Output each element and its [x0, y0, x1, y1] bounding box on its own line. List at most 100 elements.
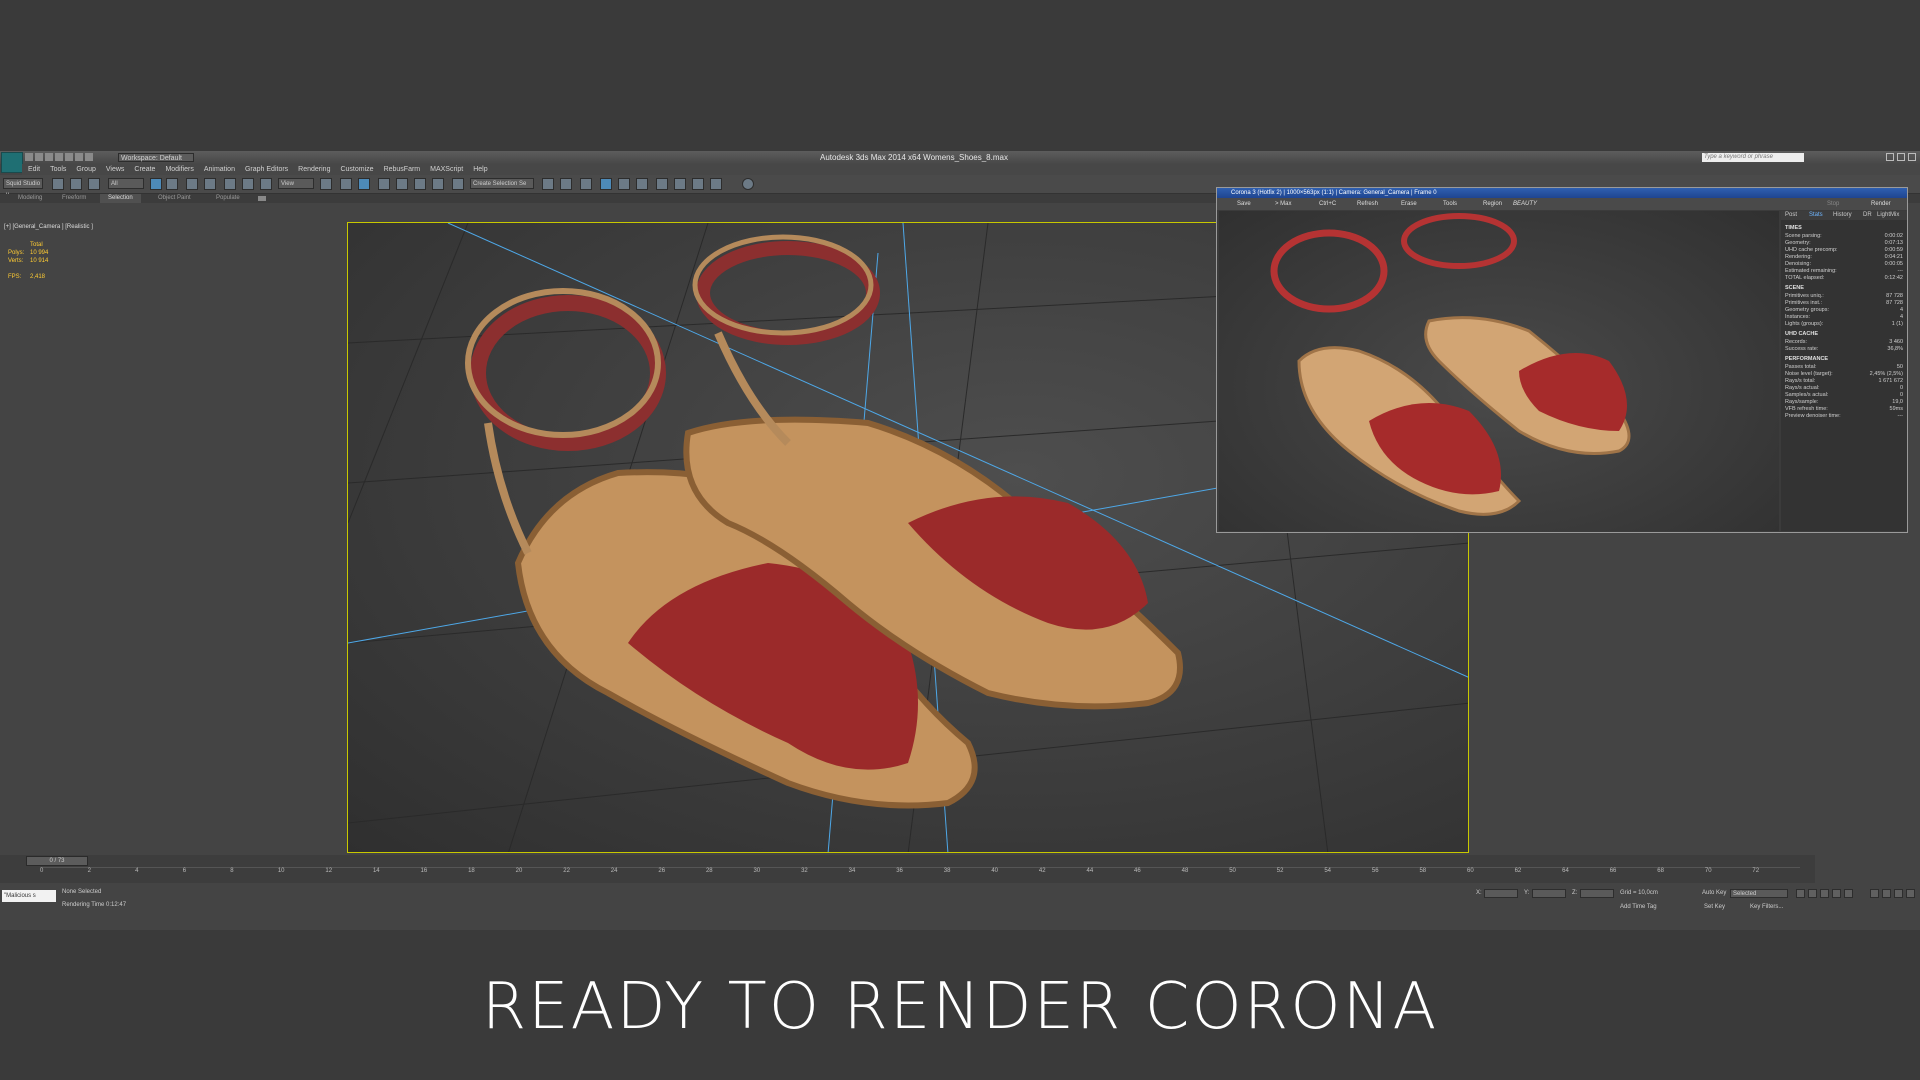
set-key-button[interactable]: Set Key: [1704, 904, 1725, 910]
maximize-icon[interactable]: [1897, 153, 1905, 161]
ribbon-toggle-icon[interactable]: [258, 196, 266, 201]
vfb-tools-button[interactable]: Tools: [1443, 198, 1457, 210]
vfb-save-button[interactable]: Save: [1237, 198, 1251, 210]
vfb-pass-dropdown[interactable]: BEAUTY: [1513, 198, 1537, 210]
vfb-tab-stats[interactable]: Stats: [1809, 212, 1823, 219]
window-crossing-icon[interactable]: [204, 178, 216, 190]
project-icon[interactable]: [75, 153, 83, 161]
schematic-view-icon[interactable]: [636, 178, 648, 190]
pivot-icon[interactable]: [320, 178, 332, 190]
time-slider[interactable]: 0 / 73: [26, 856, 88, 866]
named-selection-dropdown[interactable]: Create Selection Se: [470, 178, 534, 189]
menu-create[interactable]: Create: [134, 164, 155, 175]
curve-editor-icon[interactable]: [618, 178, 630, 190]
corona-icon[interactable]: [742, 178, 754, 190]
open-icon[interactable]: [35, 153, 43, 161]
reference-coord-dropdown[interactable]: View: [278, 178, 314, 189]
vfb-tab-history[interactable]: History: [1833, 212, 1852, 219]
spinner-snap-icon[interactable]: [432, 178, 444, 190]
angle-snap-icon[interactable]: [396, 178, 408, 190]
key-filters-button[interactable]: Key Filters...: [1750, 904, 1783, 910]
new-icon[interactable]: [25, 153, 33, 161]
render-production-icon[interactable]: [710, 178, 722, 190]
select-by-name-icon[interactable]: [166, 178, 178, 190]
vfb-render-button[interactable]: Render: [1871, 198, 1891, 210]
next-frame-icon[interactable]: [1832, 889, 1841, 898]
tab-selection[interactable]: Selection: [100, 194, 141, 203]
y-coordinate-field[interactable]: [1532, 889, 1566, 898]
vfb-refresh-button[interactable]: Refresh: [1357, 198, 1378, 210]
menu-graph-editors[interactable]: Graph Editors: [245, 164, 288, 175]
x-coordinate-field[interactable]: [1484, 889, 1518, 898]
menu-views[interactable]: Views: [106, 164, 125, 175]
vfb-erase-button[interactable]: Erase: [1401, 198, 1417, 210]
tab-freeform[interactable]: Freeform: [62, 194, 86, 203]
maxscript-listener-input[interactable]: "Malicious s: [2, 890, 56, 902]
menu-rendering[interactable]: Rendering: [298, 164, 330, 175]
bind-space-warp-icon[interactable]: [88, 178, 100, 190]
move-icon[interactable]: [224, 178, 236, 190]
menu-maxscript[interactable]: MAXScript: [430, 164, 463, 175]
tab-object-paint[interactable]: Object Paint: [158, 194, 191, 203]
menu-customize[interactable]: Customize: [340, 164, 373, 175]
select-manipulate-icon[interactable]: [340, 178, 352, 190]
unlink-icon[interactable]: [70, 178, 82, 190]
workspace-icon[interactable]: [85, 153, 93, 161]
vfb-tab-lightmix[interactable]: LightMix: [1877, 212, 1899, 219]
zoom-icon[interactable]: [1870, 889, 1879, 898]
rendered-image[interactable]: [1219, 211, 1779, 531]
close-icon[interactable]: [1908, 153, 1916, 161]
select-object-icon[interactable]: [150, 178, 162, 190]
render-setup-icon[interactable]: [674, 178, 686, 190]
play-icon[interactable]: [1820, 889, 1829, 898]
rotate-icon[interactable]: [242, 178, 254, 190]
align-icon[interactable]: [560, 178, 572, 190]
go-to-end-icon[interactable]: [1844, 889, 1853, 898]
snaps-toggle-icon[interactable]: [378, 178, 390, 190]
tab-populate[interactable]: Populate: [216, 194, 240, 203]
scale-icon[interactable]: [260, 178, 272, 190]
percent-snap-icon[interactable]: [414, 178, 426, 190]
redo-icon[interactable]: [65, 153, 73, 161]
timeline-ruler[interactable]: 0 2 4 6 8 10 12 14 16 18 20 22 24 26 28 30 32 34 36 38 40 42 4…: [40, 867, 1800, 882]
menu-tools[interactable]: Tools: [50, 164, 66, 175]
add-time-tag[interactable]: Add Time Tag: [1620, 904, 1657, 910]
selection-filter-dropdown[interactable]: All: [108, 178, 144, 189]
pan-icon[interactable]: [1882, 889, 1891, 898]
vfb-tab-dr[interactable]: DR: [1863, 212, 1872, 219]
orbit-icon[interactable]: [1894, 889, 1903, 898]
edit-named-selection-icon[interactable]: [452, 178, 464, 190]
z-coordinate-field[interactable]: [1580, 889, 1614, 898]
layer-manager-icon[interactable]: [580, 178, 592, 190]
rect-selection-icon[interactable]: [186, 178, 198, 190]
menu-animation[interactable]: Animation: [204, 164, 235, 175]
save-icon[interactable]: [45, 153, 53, 161]
go-to-start-icon[interactable]: [1796, 889, 1805, 898]
vfb-region-button[interactable]: Region: [1483, 198, 1502, 210]
undo-icon[interactable]: [55, 153, 63, 161]
keyboard-shortcut-icon[interactable]: [358, 178, 370, 190]
link-icon[interactable]: [52, 178, 64, 190]
key-mode-dropdown[interactable]: Selected: [1730, 889, 1788, 898]
material-editor-icon[interactable]: [656, 178, 668, 190]
vfb-stop-button[interactable]: Stop: [1827, 198, 1839, 210]
graphite-icon[interactable]: [600, 178, 612, 190]
workspace-dropdown[interactable]: Workspace: Default: [118, 153, 194, 162]
previous-frame-icon[interactable]: [1808, 889, 1817, 898]
vfb-copy-button[interactable]: Ctrl+C: [1319, 198, 1336, 210]
squid-studio-dropdown[interactable]: Squid Studio v: [3, 178, 43, 198]
mirror-icon[interactable]: [542, 178, 554, 190]
viewport-label[interactable]: [+] [General_Camera ] [Realistic ]: [4, 224, 93, 230]
menu-edit[interactable]: Edit: [28, 164, 40, 175]
rendered-frame-icon[interactable]: [692, 178, 704, 190]
vfb-to-max-button[interactable]: > Max: [1275, 198, 1292, 210]
menu-help[interactable]: Help: [473, 164, 487, 175]
menu-rebusfarm[interactable]: RebusFarm: [384, 164, 421, 175]
auto-key-button[interactable]: Auto Key: [1702, 890, 1726, 896]
max-logo-icon[interactable]: [1, 152, 23, 173]
minimize-icon[interactable]: [1886, 153, 1894, 161]
menu-modifiers[interactable]: Modifiers: [165, 164, 193, 175]
vfb-tab-post[interactable]: Post: [1785, 212, 1797, 219]
menu-group[interactable]: Group: [76, 164, 95, 175]
search-input[interactable]: Type a keyword or phrase: [1702, 153, 1804, 162]
